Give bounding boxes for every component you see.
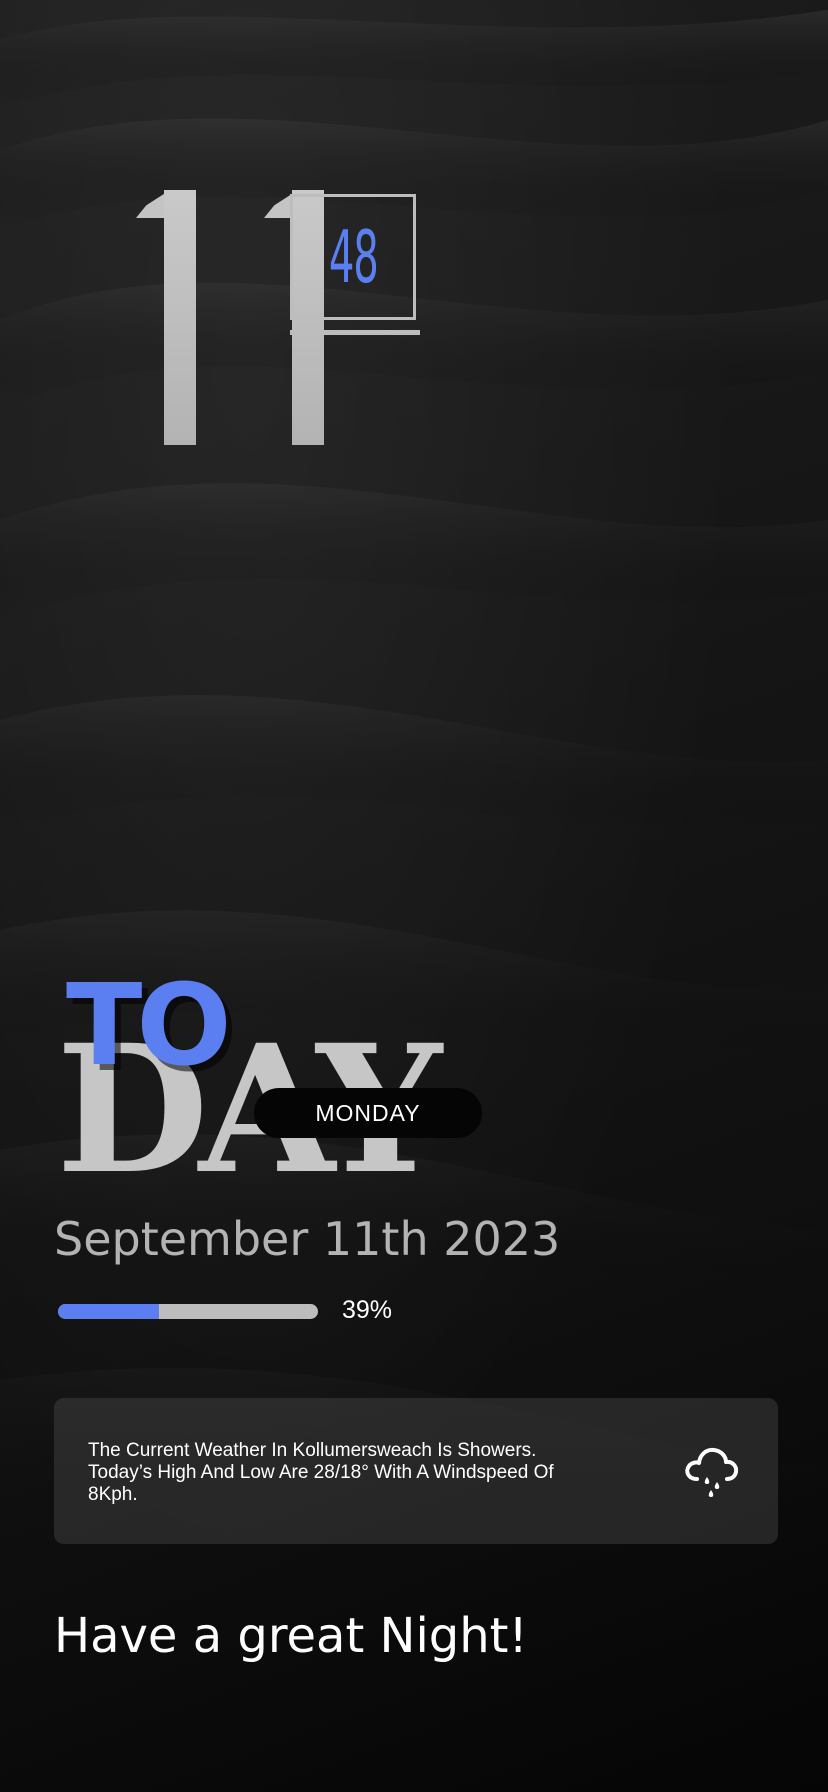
lock-screen: 11 48 TO DAY MONDAY September 11th 2023 … [0,0,828,1792]
battery-bar [58,1304,318,1319]
greeting-message: Have a great Night! [54,1608,528,1664]
battery-bar-fill [58,1304,160,1319]
rain-cloud-icon [685,1447,739,1497]
clock-minute: 48 [328,215,379,299]
battery-percent: 39% [342,1296,393,1324]
weekday-label: MONDAY [315,1099,421,1126]
weather-summary: The Current Weather In Kollumersweach Is… [88,1440,554,1505]
today-graphic: TO DAY [56,961,496,1198]
date-label: September 11th 2023 [54,1212,561,1266]
hour-digit-1 [96,180,196,445]
today-top-word: TO [66,961,232,1091]
clock-minute-box: 48 [290,194,416,320]
digit-stem [164,190,196,445]
weekday-badge: MONDAY [254,1088,482,1138]
weather-card[interactable]: The Current Weather In Kollumersweach Is… [54,1398,778,1544]
minute-underline [290,330,420,335]
